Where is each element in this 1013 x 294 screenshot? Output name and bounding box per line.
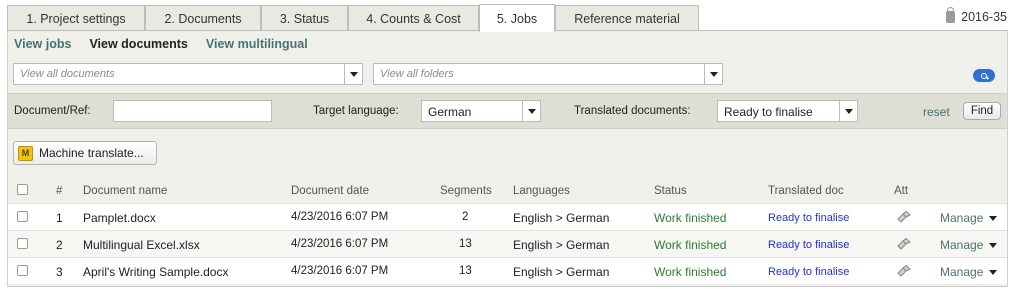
segments-count: 13 (459, 265, 472, 277)
machine-translate-label: Machine translate... (39, 146, 144, 160)
document-date: 4/23/2016 6:07 PM (291, 238, 389, 250)
languages: English > German (513, 211, 610, 225)
filter-bar: Document/Ref: Target language: German Tr… (8, 93, 1007, 129)
chevron-down-icon[interactable] (344, 64, 362, 84)
target-language-label: Target language: (313, 105, 399, 117)
manage-label: Manage (940, 211, 984, 225)
segments-count: 13 (459, 238, 472, 250)
documents-combo-placeholder: View all documents (20, 68, 115, 80)
tab-documents[interactable]: 2. Documents (145, 5, 261, 31)
document-name[interactable]: Multilingual Excel.xlsx (83, 238, 200, 252)
status-text: Work finished (654, 238, 727, 252)
translated-docs-select[interactable]: Ready to finalise (717, 100, 858, 122)
lock-icon (946, 7, 956, 23)
job-id: 2016-35 (946, 7, 1007, 24)
tab-project-settings[interactable]: 1. Project settings (7, 5, 145, 31)
tab-reference-material[interactable]: Reference material (555, 5, 699, 31)
tab-status[interactable]: 3. Status (261, 5, 348, 31)
translated-docs-label: Translated documents: (574, 105, 691, 117)
languages: English > German (513, 238, 610, 252)
translated-docs-value: Ready to finalise (724, 105, 813, 119)
attachment-icon[interactable] (897, 238, 911, 250)
machine-translate-button[interactable]: M Machine translate... (13, 141, 157, 165)
manage-label: Manage (940, 265, 984, 279)
row-checkbox[interactable] (17, 265, 28, 276)
attachment-icon[interactable] (897, 211, 911, 223)
header-segments[interactable]: Segments (440, 185, 492, 197)
row-num: 1 (56, 211, 63, 225)
table-row[interactable]: 2 Multilingual Excel.xlsx 4/23/2016 6:07… (8, 230, 1007, 257)
view-multilingual-link[interactable]: View multilingual (206, 37, 308, 51)
row-num: 3 (56, 265, 63, 279)
search-button[interactable] (973, 69, 995, 82)
jobs-panel: View jobs View documents View multilingu… (7, 31, 1008, 287)
table-header: # Document name Document date Segments L… (8, 177, 1007, 203)
job-id-text: 2016-35 (961, 10, 1007, 24)
header-num: # (56, 185, 63, 197)
chevron-down-icon (989, 242, 998, 248)
view-subnav: View jobs View documents View multilingu… (14, 37, 308, 51)
chevron-down-icon (989, 269, 998, 275)
target-language-value: German (428, 105, 472, 119)
document-ref-input[interactable] (113, 100, 272, 122)
document-date: 4/23/2016 6:07 PM (291, 211, 389, 223)
table-row[interactable]: 1 Pamplet.docx 4/23/2016 6:07 PM 2 Engli… (8, 203, 1007, 230)
document-name[interactable]: April's Writing Sample.docx (83, 265, 228, 279)
view-documents-link[interactable]: View documents (89, 37, 187, 51)
chevron-down-icon[interactable] (522, 101, 540, 121)
tab-counts-cost[interactable]: 4. Counts & Cost (348, 5, 479, 31)
attachment-icon[interactable] (897, 265, 911, 277)
search-icon (981, 72, 987, 79)
chevron-down-icon (989, 215, 998, 221)
documents-combo[interactable]: View all documents (13, 63, 363, 85)
select-all-checkbox[interactable] (17, 184, 28, 195)
status-text: Work finished (654, 211, 727, 225)
folders-combo-placeholder: View all folders (380, 68, 454, 80)
reset-link[interactable]: reset (923, 105, 950, 119)
segments-count: 2 (462, 211, 469, 223)
machine-translate-icon: M (18, 145, 33, 161)
status-text: Work finished (654, 265, 727, 279)
documents-table: # Document name Document date Segments L… (8, 177, 1007, 284)
folders-combo[interactable]: View all folders (373, 63, 723, 85)
header-document-date[interactable]: Document date (291, 185, 369, 197)
row-checkbox[interactable] (17, 238, 28, 249)
jobs-page: 1. Project settings 2. Documents 3. Stat… (0, 0, 1013, 294)
chevron-down-icon[interactable] (704, 64, 722, 84)
manage-menu[interactable]: Manage (940, 238, 998, 252)
header-status[interactable]: Status (654, 185, 687, 197)
target-language-select[interactable]: German (421, 100, 541, 122)
document-ref-label: Document/Ref: (14, 105, 91, 117)
row-checkbox[interactable] (17, 211, 28, 222)
row-num: 2 (56, 238, 63, 252)
manage-menu[interactable]: Manage (940, 211, 998, 225)
document-date: 4/23/2016 6:07 PM (291, 265, 389, 277)
find-button[interactable]: Find (963, 102, 1001, 120)
header-languages[interactable]: Languages (513, 185, 570, 197)
header-att: Att (894, 185, 909, 197)
header-translated-doc[interactable]: Translated doc (768, 185, 844, 197)
manage-menu[interactable]: Manage (940, 265, 998, 279)
header-document-name[interactable]: Document name (83, 185, 167, 197)
chevron-down-icon[interactable] (839, 101, 857, 121)
tab-bar: 1. Project settings 2. Documents 3. Stat… (0, 0, 1013, 32)
tab-jobs[interactable]: 5. Jobs (479, 4, 555, 32)
translated-doc-link[interactable]: Ready to finalise (768, 266, 849, 278)
table-row[interactable]: 3 April's Writing Sample.docx 4/23/2016 … (8, 257, 1007, 284)
document-name[interactable]: Pamplet.docx (83, 211, 156, 225)
translated-doc-link[interactable]: Ready to finalise (768, 239, 849, 251)
view-jobs-link[interactable]: View jobs (14, 37, 71, 51)
languages: English > German (513, 265, 610, 279)
table-body: 1 Pamplet.docx 4/23/2016 6:07 PM 2 Engli… (8, 203, 1007, 284)
translated-doc-link[interactable]: Ready to finalise (768, 212, 849, 224)
manage-label: Manage (940, 238, 984, 252)
